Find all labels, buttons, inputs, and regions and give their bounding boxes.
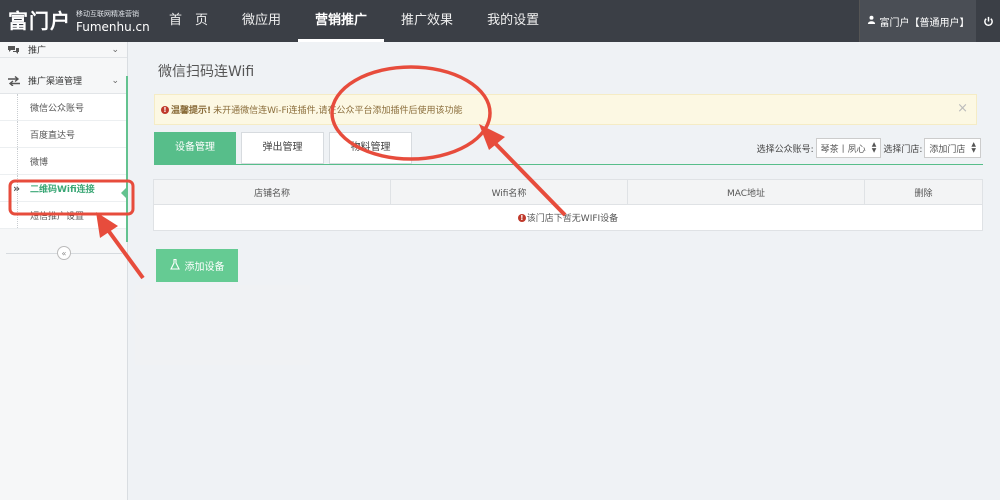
sidebar-group-label: 推广渠道管理 <box>28 77 83 87</box>
table-header: 店铺名称 Wifi名称 MAC地址 删除 <box>154 180 982 205</box>
account-select-label: 选择公众账号: <box>756 144 814 155</box>
sidebar: 推广 ⌄ 推广渠道管理 ⌄ 微信公众账号 百度直达号 微博 » 二维码Wifi连… <box>0 42 128 500</box>
user-label: 富门户【普通用户】 <box>879 17 970 29</box>
store-select-value: 添加门店 <box>929 144 966 155</box>
filters: 选择公众账号: 琴茶丨夙心 ▲ ▼ 选择门店: 添加门店 ▲ ▼ <box>757 138 983 158</box>
tab-popup-management[interactable]: 弹出管理 <box>241 132 324 164</box>
notice-strong: 温馨提示! <box>171 106 212 116</box>
close-icon[interactable]: × <box>957 101 968 116</box>
nav-item-marketing[interactable]: 营销推广 <box>298 0 385 42</box>
select-arrows-icon: ▲ ▼ <box>971 141 976 154</box>
column-header: Wifi名称 <box>391 180 628 204</box>
power-icon[interactable] <box>976 0 1000 42</box>
info-icon: ! <box>161 105 169 114</box>
store-select[interactable]: 添加门店 ▲ ▼ <box>924 138 981 158</box>
info-icon: ! <box>517 213 526 222</box>
device-table: 店铺名称 Wifi名称 MAC地址 删除 ! 该门店下暂无WIFI设备 <box>153 179 983 231</box>
tab-material-management[interactable]: 物料管理 <box>329 132 412 164</box>
top-navbar: 富门户 移动互联网精准营销 Fumenhu.cn 首 页 微应用 营销推广 推广… <box>0 0 1000 42</box>
brand-logo[interactable]: 富门户 移动互联网精准营销 Fumenhu.cn <box>8 3 150 39</box>
sidebar-item-label: 二维码Wifi连接 <box>30 184 95 195</box>
exchange-arrows-icon <box>8 75 22 86</box>
tab-underline <box>154 164 983 165</box>
brand-name: 富门户 <box>8 9 71 33</box>
table-empty-row: ! 该门店下暂无WIFI设备 <box>154 205 982 230</box>
user-area: 富门户【普通用户】 <box>859 0 1000 42</box>
store-select-label: 选择门店: <box>883 144 923 155</box>
user-menu[interactable]: 富门户【普通用户】 <box>859 0 976 42</box>
sidebar-item-qrcode-wifi[interactable]: » 二维码Wifi连接 <box>0 175 127 202</box>
column-header: 删除 <box>914 188 933 199</box>
user-icon <box>867 15 876 27</box>
account-select[interactable]: 琴茶丨夙心 ▲ ▼ <box>815 138 882 158</box>
chevron-down-icon: ⌄ <box>111 75 119 86</box>
flask-icon <box>169 258 180 273</box>
background-panel <box>135 285 310 365</box>
sidebar-group-promotion[interactable]: 推广 ⌄ <box>0 42 127 58</box>
brand-tagline: 移动互联网精准营销 <box>76 10 139 18</box>
tab-device-management[interactable]: 设备管理 <box>154 132 236 164</box>
tab-bar: 设备管理 弹出管理 物料管理 <box>154 132 417 164</box>
sidebar-item-baidu[interactable]: 百度直达号 <box>0 121 127 148</box>
double-chevron-right-icon: » <box>13 181 21 195</box>
nav-item-promotion-effect[interactable]: 推广效果 <box>384 0 470 42</box>
sidebar-group-channel-management[interactable]: 推广渠道管理 ⌄ <box>0 68 127 94</box>
account-select-value: 琴茶丨夙心 <box>820 144 866 155</box>
nav-item-my-settings[interactable]: 我的设置 <box>470 0 556 42</box>
brand-domain: Fumenhu.cn <box>76 20 150 34</box>
double-chevron-left-icon[interactable]: « <box>57 246 71 260</box>
nav-item-home[interactable]: 首 页 <box>152 0 225 42</box>
sidebar-item-sms[interactable]: 短信推广设置 <box>0 202 127 229</box>
column-header: MAC地址 <box>628 180 865 204</box>
add-device-button[interactable]: 添加设备 <box>156 249 238 282</box>
warning-notice: ! 温馨提示! 未开通微信连Wi-Fi连插件,请在公众平台添加插件后使用该功能 … <box>154 94 977 125</box>
chat-bubbles-icon <box>8 45 22 54</box>
sidebar-active-pointer <box>121 186 128 200</box>
sidebar-item-weibo[interactable]: 微博 <box>0 148 127 175</box>
empty-text: 该门店下暂无WIFI设备 <box>526 214 619 224</box>
sidebar-item-wechat-account[interactable]: 微信公众账号 <box>0 94 127 121</box>
sidebar-group-label: 推广 <box>28 46 47 56</box>
main-nav: 首 页 微应用 营销推广 推广效果 我的设置 <box>152 0 556 42</box>
column-header: 店铺名称 <box>154 180 391 204</box>
select-arrows-icon: ▲ ▼ <box>871 141 877 154</box>
sidebar-collapse-row: « <box>0 243 128 263</box>
chevron-down-icon: ⌄ <box>111 44 119 55</box>
page-title: 微信扫码连Wifi <box>158 64 255 80</box>
add-device-label: 添加设备 <box>184 262 225 273</box>
main-content: 微信扫码连Wifi ! 温馨提示! 未开通微信连Wi-Fi连插件,请在公众平台添… <box>128 42 1000 500</box>
notice-text: 未开通微信连Wi-Fi连插件,请在公众平台添加插件后使用该功能 <box>213 106 463 116</box>
nav-item-micro-apps[interactable]: 微应用 <box>225 0 298 42</box>
